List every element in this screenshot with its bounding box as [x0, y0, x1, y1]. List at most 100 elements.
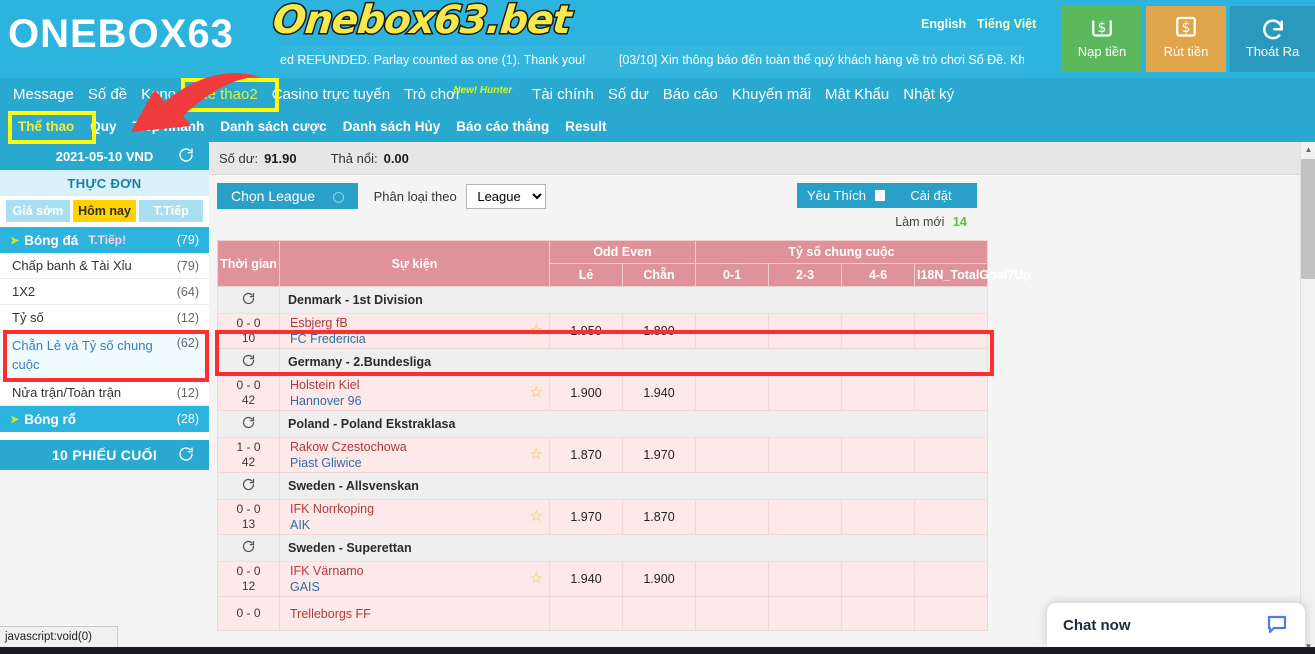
subnav-item-tiep-nhanh[interactable]: Tiếp nhanh [125, 112, 213, 142]
chat-bubble-icon[interactable] [1265, 612, 1289, 639]
subnav-item-danh-sach-cuoc[interactable]: Danh sách cược [212, 112, 334, 142]
sidebar-tab-hom-nay[interactable]: Hôm nay [72, 200, 137, 222]
favorite-button[interactable]: Yêu Thích [797, 183, 896, 208]
score-4-6-value[interactable] [841, 437, 915, 473]
sidebar-item-chan-le-ty-so-chung-cuoc[interactable]: (62) Chẵn Lẻ và Tỷ số chung cuộc [0, 331, 209, 380]
odd-value[interactable]: 1.970 [549, 499, 623, 535]
league-refresh-icon[interactable] [217, 348, 280, 376]
league-refresh-icon[interactable] [217, 286, 280, 314]
score-4-6-value[interactable] [841, 313, 915, 349]
league-refresh-icon[interactable] [217, 534, 280, 562]
even-value[interactable] [622, 596, 696, 631]
subnav-item-danh-sach-huy[interactable]: Danh sách Hủy [335, 112, 449, 142]
subnav-item-result[interactable]: Result [557, 112, 614, 142]
league-refresh-icon[interactable] [217, 472, 280, 500]
score-0-1-value[interactable] [695, 375, 769, 411]
sidebar-group-bong-da[interactable]: ➤ Bóng đá T.Tiếp! (79) [0, 227, 209, 253]
browser-status-bar: javascript:void(0) [0, 626, 118, 647]
sidebar-tab-gia-som[interactable]: Giá sớm [6, 200, 70, 222]
league-refresh-icon[interactable] [217, 410, 280, 438]
choose-league-button[interactable]: Chọn League [217, 183, 358, 209]
language-english[interactable]: English [921, 17, 966, 31]
score-7up-value[interactable] [914, 596, 988, 631]
subnav-item-bao-cao-thang[interactable]: Báo cáo thắng [448, 112, 557, 142]
score-0-1-value[interactable] [695, 561, 769, 597]
subnav-item-quy[interactable]: Quy [82, 112, 124, 142]
scrollbar-thumb[interactable] [1301, 159, 1315, 279]
nav-item-so-de[interactable]: Số đề [81, 78, 134, 112]
score-7up-value[interactable] [914, 313, 988, 349]
sidebar-group-bong-ro[interactable]: ➤ Bóng rổ (28) [0, 406, 209, 432]
score-2-3-value[interactable] [768, 313, 842, 349]
nav-item-so-du[interactable]: Số dư [601, 78, 656, 112]
scroll-up-icon[interactable]: ▲ [1301, 142, 1315, 157]
table-row[interactable]: 0 - 0 13 IFK Norrkoping AIK ☆ 1.970 1.87… [217, 499, 988, 535]
sidebar-item-ty-so[interactable]: Tỷ số (12) [0, 305, 209, 331]
nav-item-tro-choi[interactable]: Trò chơiNew! Hunter [397, 78, 525, 114]
logout-button[interactable]: Thoát Ra [1230, 6, 1315, 72]
score-2-3-value[interactable] [768, 596, 842, 631]
score-7up-value[interactable] [914, 375, 988, 411]
score-0-1-value[interactable] [695, 313, 769, 349]
table-row[interactable]: 0 - 0 42 Holstein Kiel Hannover 96 ☆ 1.9… [217, 375, 988, 411]
deposit-button[interactable]: $ Nạp tiền [1062, 6, 1142, 72]
nav-item-message[interactable]: Message [6, 78, 81, 112]
nav-item-the-thao2[interactable]: Thể thao2 [183, 78, 265, 112]
nav-item-khuyen-mai[interactable]: Khuyến mãi [725, 78, 818, 112]
favorite-star-icon[interactable]: ☆ [530, 509, 543, 525]
even-value[interactable]: 1.940 [622, 375, 696, 411]
score-7up-value[interactable] [914, 561, 988, 597]
score-7up-value[interactable] [914, 437, 988, 473]
sidebar-tab-t-tiep[interactable]: T.Tiếp [139, 200, 204, 222]
score-2-3-value[interactable] [768, 561, 842, 597]
favorite-star-icon[interactable]: ☆ [530, 447, 543, 463]
score-2-3-value[interactable] [768, 499, 842, 535]
score-4-6-value[interactable] [841, 375, 915, 411]
score-0-1-value[interactable] [695, 499, 769, 535]
table-row[interactable]: 0 - 0 10 Esbjerg fB FC Fredericia ☆ 1.95… [217, 313, 988, 349]
logout-arrow-icon [1230, 6, 1315, 44]
table-row[interactable]: 0 - 0 Trelleborgs FF [217, 596, 988, 631]
language-vietnamese[interactable]: Tiếng Việt [977, 17, 1036, 31]
odd-value[interactable]: 1.950 [549, 313, 623, 349]
subnav-item-the-thao[interactable]: Thể thao [10, 112, 82, 142]
table-row[interactable]: 0 - 0 12 IFK Värnamo GAIS ☆ 1.940 1.900 [217, 561, 988, 597]
settings-button[interactable]: Cài đặt [885, 183, 977, 208]
sidebar-item-chap-banh-tai-xiu[interactable]: Chấp banh & Tài Xỉu (79) [0, 253, 209, 279]
odd-value[interactable]: 1.870 [549, 437, 623, 473]
nav-item-casino[interactable]: Casino trực tuyến [265, 78, 397, 112]
score-0-1-value[interactable] [695, 596, 769, 631]
favorite-star-icon[interactable]: ☆ [530, 571, 543, 587]
nav-item-bao-cao[interactable]: Báo cáo [656, 78, 725, 112]
nav-item-nhat-ky[interactable]: Nhật ký [896, 78, 961, 112]
table-row[interactable]: 1 - 0 42 Rakow Czestochowa Piast Gliwice… [217, 437, 988, 473]
withdraw-button[interactable]: $ Rút tiền [1146, 6, 1226, 72]
even-value[interactable]: 1.900 [622, 561, 696, 597]
nav-item-mat-khau[interactable]: Mật Khẩu [818, 78, 896, 112]
favorite-star-icon[interactable]: ☆ [530, 385, 543, 401]
odd-value[interactable]: 1.940 [549, 561, 623, 597]
even-value[interactable]: 1.970 [622, 437, 696, 473]
score-4-6-value[interactable] [841, 499, 915, 535]
favorite-checkbox[interactable] [874, 190, 886, 201]
page-scrollbar[interactable]: ▲ ▼ [1300, 142, 1315, 654]
refresh-icon[interactable] [177, 146, 195, 167]
odd-value[interactable] [549, 596, 623, 631]
sidebar-item-1x2[interactable]: 1X2 (64) [0, 279, 209, 305]
odd-value[interactable]: 1.900 [549, 375, 623, 411]
score-7up-value[interactable] [914, 499, 988, 535]
nav-item-keno[interactable]: Keno [134, 78, 183, 112]
score-4-6-value[interactable] [841, 561, 915, 597]
even-value[interactable]: 1.890 [622, 313, 696, 349]
sidebar-item-nua-tran-toan-tran[interactable]: Nửa trận/Toàn trận (12) [0, 380, 209, 406]
filter-by-select[interactable]: League Time [466, 183, 547, 209]
refresh-icon[interactable] [177, 445, 195, 466]
score-2-3-value[interactable] [768, 375, 842, 411]
favorite-star-icon[interactable]: ☆ [530, 323, 543, 339]
score-4-6-value[interactable] [841, 596, 915, 631]
score-2-3-value[interactable] [768, 437, 842, 473]
chat-widget[interactable]: Chat now [1047, 603, 1305, 648]
score-0-1-value[interactable] [695, 437, 769, 473]
nav-item-tai-chinh[interactable]: Tài chính [525, 78, 601, 112]
even-value[interactable]: 1.870 [622, 499, 696, 535]
